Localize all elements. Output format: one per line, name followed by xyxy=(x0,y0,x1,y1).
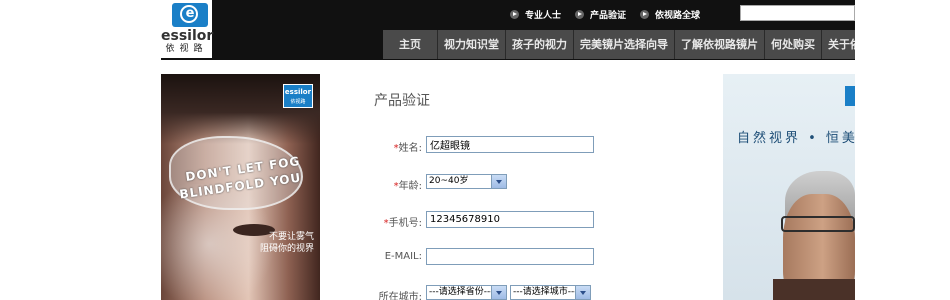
phone-label: *手机号: xyxy=(383,218,422,229)
promo-glasses-icon xyxy=(781,216,855,232)
name-label: *姓名: xyxy=(393,143,422,154)
nav-vision-knowledge[interactable]: 视力知识堂 xyxy=(438,30,506,59)
age-select[interactable]: 20~40岁 xyxy=(426,174,507,189)
nav-about[interactable]: 关于依 xyxy=(822,30,855,59)
city-select[interactable]: ---请选择城市--- xyxy=(510,285,591,300)
email-row: E-MAIL: xyxy=(374,248,674,268)
top-links: 专业人士 产品验证 依视路全球 xyxy=(496,7,700,21)
city-label: 所在城市: xyxy=(378,292,422,300)
site-container: e essilor 依视路 专业人士 产品验证 依视路全球 主页 视力知识堂 孩… xyxy=(161,0,855,300)
province-select[interactable]: ---请选择省份--- xyxy=(426,285,507,300)
city-row: 所在城市: ---请选择省份--- ---请选择城市--- xyxy=(374,285,674,300)
email-field[interactable] xyxy=(426,248,594,265)
email-label: E-MAIL: xyxy=(384,251,422,262)
nav-where-to-buy[interactable]: 何处购买 xyxy=(765,30,822,59)
chevron-down-icon xyxy=(491,175,506,188)
name-field[interactable] xyxy=(426,136,594,153)
logo-subtitle: 依视路 xyxy=(165,44,208,54)
phone-field[interactable] xyxy=(426,211,594,228)
main-nav: 主页 视力知识堂 孩子的视力 完美镜片选择向导 了解依视路镜片 何处购买 关于依 xyxy=(383,30,855,59)
promo-jacket xyxy=(773,279,855,300)
promo-essilor-badge: essilor 依视路 xyxy=(283,84,313,108)
page-title: 产品验证 xyxy=(374,93,430,109)
nav-home[interactable]: 主页 xyxy=(383,30,438,59)
logo-wordmark: essilor xyxy=(161,28,214,44)
arrow-circle-icon xyxy=(574,9,584,19)
toplink-professionals[interactable]: 专业人士 xyxy=(509,7,561,21)
chevron-down-icon xyxy=(575,286,590,299)
nav-essilor-lenses[interactable]: 了解依视路镜片 xyxy=(675,30,765,59)
phone-row: *手机号: xyxy=(374,211,674,231)
toplink-essilor-global[interactable]: 依视路全球 xyxy=(639,7,700,21)
promo-essilor-badge xyxy=(845,86,855,106)
right-promo-slogan: 自然视界 • 恒美 xyxy=(737,131,855,146)
chevron-down-icon xyxy=(491,286,506,299)
right-promo-banner[interactable]: 自然视界 • 恒美 xyxy=(723,74,855,300)
age-label: *年龄: xyxy=(393,181,422,192)
toplink-product-verification[interactable]: 产品验证 xyxy=(574,7,626,21)
promo-caption-line2: 阻碍你的视界 xyxy=(259,244,314,254)
nav-lens-guide[interactable]: 完美镜片选择向导 xyxy=(574,30,675,59)
logo-e-icon: e xyxy=(172,3,208,27)
essilor-logo[interactable]: e essilor 依视路 xyxy=(161,0,214,58)
name-row: *姓名: xyxy=(374,136,674,156)
age-row: *年龄: 20~40岁 xyxy=(374,174,674,194)
arrow-circle-icon xyxy=(509,9,519,19)
left-promo-banner[interactable]: DON'T LET FOG BLINDFOLD YOU 不要让雾气 阻碍你的视界… xyxy=(161,74,320,300)
nav-children-vision[interactable]: 孩子的视力 xyxy=(506,30,574,59)
arrow-circle-icon xyxy=(639,9,649,19)
site-header: e essilor 依视路 专业人士 产品验证 依视路全球 主页 视力知识堂 孩… xyxy=(161,0,855,60)
search-input[interactable] xyxy=(740,5,855,21)
